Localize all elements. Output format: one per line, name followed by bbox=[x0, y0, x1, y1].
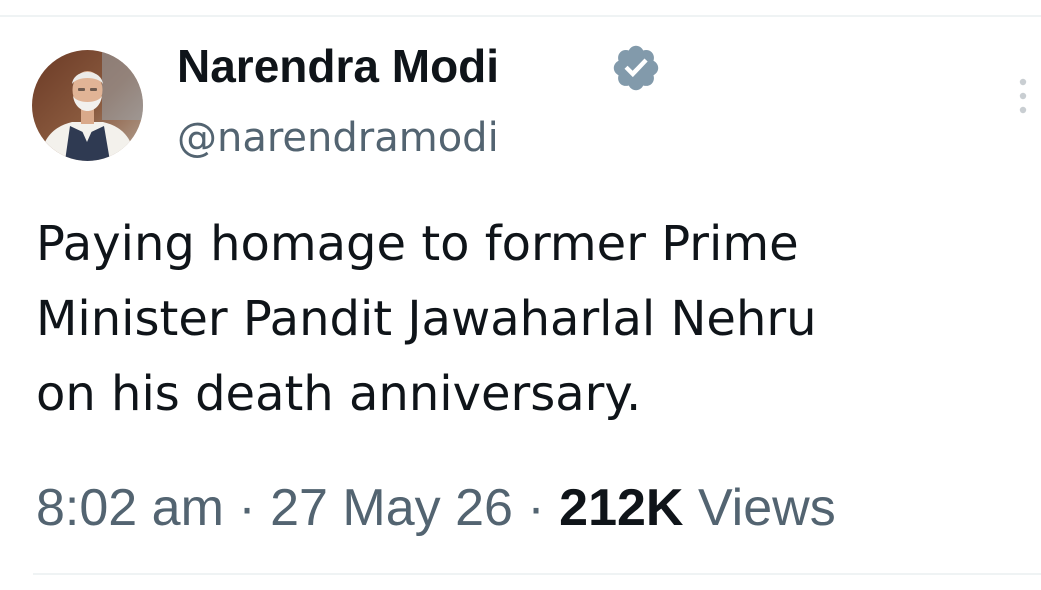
views-label[interactable]: Views bbox=[698, 479, 836, 537]
views-count[interactable]: 212K bbox=[559, 479, 683, 537]
tweet-time[interactable]: 8:02 am bbox=[36, 479, 224, 537]
avatar[interactable] bbox=[32, 50, 143, 161]
tweet-text: Paying homage to former Prime Minister P… bbox=[36, 216, 817, 422]
author-handle[interactable]: @narendramodi bbox=[177, 108, 499, 168]
separator: · bbox=[238, 479, 256, 537]
tweet-metadata: 8:02 am · 27 May 26 · 212K Views bbox=[36, 476, 836, 540]
author-display-name[interactable]: Narendra Modi bbox=[177, 36, 499, 96]
verified-badge-icon bbox=[613, 45, 659, 91]
more-options-icon[interactable] bbox=[1011, 74, 1035, 118]
top-divider bbox=[0, 15, 1041, 17]
profile-photo-icon bbox=[32, 50, 143, 161]
bottom-divider bbox=[33, 573, 1041, 575]
separator: · bbox=[527, 479, 545, 537]
tweet-date[interactable]: 27 May 26 bbox=[270, 479, 513, 537]
